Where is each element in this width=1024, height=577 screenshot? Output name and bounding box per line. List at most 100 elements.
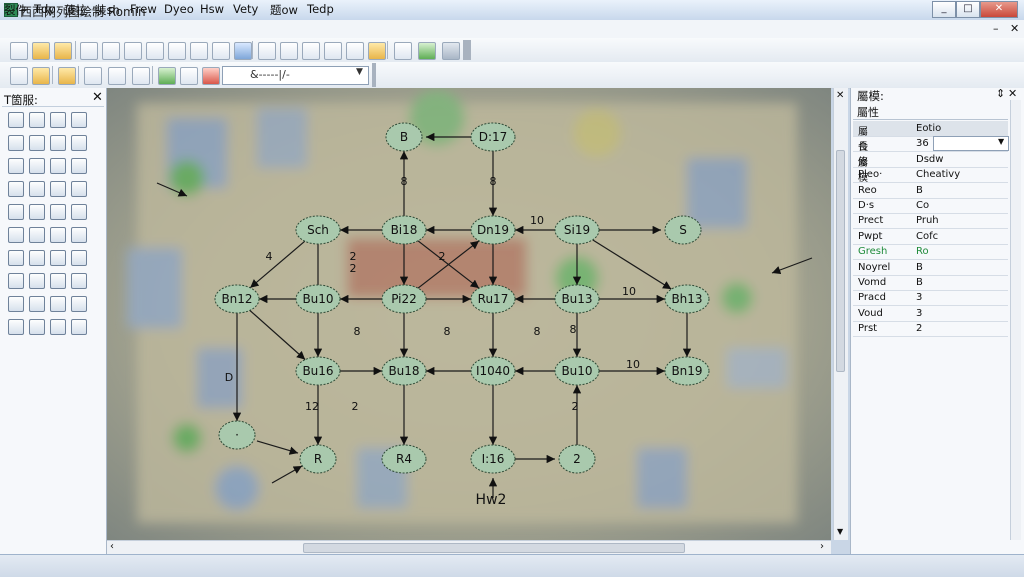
horizontal-scroll-thumb[interactable] <box>303 543 685 553</box>
open-folder-icon[interactable] <box>32 42 50 60</box>
chevron-down-icon[interactable]: ▼ <box>998 137 1004 146</box>
menu-tedp[interactable]: Tedp <box>307 2 334 16</box>
ungroup-icon[interactable] <box>346 42 364 60</box>
edge-Dot-R[interactable] <box>256 440 299 455</box>
graph-node[interactable]: Sch <box>295 215 341 245</box>
pencil-icon[interactable] <box>54 42 72 60</box>
menu-tdp[interactable]: Tdp <box>34 2 56 16</box>
select-tool-icon[interactable] <box>8 112 24 128</box>
vertical-scroll-thumb[interactable] <box>836 150 845 372</box>
maximize-button[interactable]: □ <box>956 1 980 18</box>
align-tool-icon[interactable] <box>71 296 87 312</box>
shrink-tool-icon[interactable] <box>29 204 45 220</box>
mdi-minimize-icon[interactable]: – <box>993 22 999 35</box>
scissors-tool-icon[interactable] <box>8 319 24 335</box>
graph-node[interactable]: Pi22 <box>381 284 427 314</box>
mdi-close-icon[interactable]: ✕ <box>1010 22 1019 35</box>
settings-icon[interactable] <box>442 42 460 60</box>
text-tool-icon[interactable] <box>29 181 45 197</box>
menu-dyeo[interactable]: Dyeo <box>164 2 194 16</box>
graph-node[interactable]: Bu16 <box>295 356 341 386</box>
cross-tool-icon[interactable] <box>50 204 66 220</box>
delete-tool-icon[interactable] <box>71 250 87 266</box>
node-tool-icon[interactable] <box>8 227 24 243</box>
plus-tool-icon[interactable] <box>29 273 45 289</box>
menu-hsw[interactable]: Hsw <box>200 2 224 16</box>
menu-frew[interactable]: Frew <box>130 2 157 16</box>
group-icon[interactable] <box>324 42 342 60</box>
distribute-icon[interactable] <box>302 42 320 60</box>
diagram-canvas[interactable]: 8 8 10 4 2 2 2 10 8 8 8 10 D 12 2 2 8 B D:17 Sch Bi18 Dn19 Si… <box>107 88 831 540</box>
search-tool-icon[interactable] <box>29 158 45 174</box>
line-tool-icon[interactable] <box>8 135 24 151</box>
search-icon[interactable] <box>146 42 164 60</box>
graph-node[interactable]: Si19 <box>554 215 600 245</box>
menu-search[interactable]: 装sh <box>95 2 120 18</box>
view-select[interactable] <box>222 66 369 85</box>
graph-node[interactable]: 2 <box>558 444 596 474</box>
arrow-tool-icon[interactable] <box>8 158 24 174</box>
graph-node[interactable]: Bn12 <box>214 284 260 314</box>
external-edge[interactable] <box>156 182 188 197</box>
graph-node[interactable]: Bn19 <box>664 356 710 386</box>
resize-tool-icon[interactable] <box>71 227 87 243</box>
edge-Bn12-Bu16[interactable] <box>249 309 306 361</box>
save-icon[interactable] <box>58 67 76 85</box>
minus-tool-icon[interactable] <box>71 181 87 197</box>
graph-node[interactable]: R4 <box>381 444 427 474</box>
graph-node[interactable]: Dn19 <box>470 215 516 245</box>
edge-Sch-Bn12[interactable] <box>249 240 306 289</box>
move-left-tool-icon[interactable] <box>50 250 66 266</box>
node-icon[interactable] <box>190 42 208 60</box>
connect-tool-icon[interactable] <box>50 227 66 243</box>
note-tool-icon[interactable] <box>71 112 87 128</box>
move-tool-icon[interactable] <box>71 204 87 220</box>
page-icon[interactable] <box>10 67 28 85</box>
folder-icon[interactable] <box>32 67 50 85</box>
select-icon[interactable] <box>80 42 98 60</box>
graph-node[interactable]: Bu10 <box>295 284 341 314</box>
zoom-icon[interactable] <box>102 42 120 60</box>
hand-tool-icon[interactable] <box>50 158 66 174</box>
arrow-right-icon[interactable] <box>84 67 102 85</box>
graph-node[interactable]: D:17 <box>470 122 516 152</box>
graph-node[interactable]: I:16 <box>470 444 516 474</box>
rect-tool-icon[interactable] <box>50 181 66 197</box>
split-tool-icon[interactable] <box>29 250 45 266</box>
color-fill-icon[interactable] <box>158 67 176 85</box>
circle-tool-icon[interactable] <box>29 135 45 151</box>
scroll-down-icon[interactable]: ▼ <box>837 527 843 536</box>
transform-tool-icon[interactable] <box>29 319 45 335</box>
graph-node[interactable]: B <box>385 122 423 152</box>
run-layout-icon[interactable] <box>418 42 436 60</box>
sketch-tool-icon[interactable] <box>29 227 45 243</box>
graph-node[interactable]: Bu18 <box>381 356 427 386</box>
table-tool-icon[interactable] <box>71 158 87 174</box>
menu-edit[interactable]: 菠拉 <box>64 2 87 18</box>
bracket-tool-icon[interactable] <box>8 250 24 266</box>
shape-tool-icon[interactable] <box>8 273 24 289</box>
menu-window[interactable]: 题ow <box>270 2 298 18</box>
rotate-tool-icon[interactable] <box>50 319 66 335</box>
pin-icon[interactable]: ⇕ <box>996 87 1005 100</box>
new-file-icon[interactable] <box>10 42 28 60</box>
graph-node[interactable]: Bu13 <box>554 284 600 314</box>
knife-tool-icon[interactable] <box>8 296 24 312</box>
link-icon[interactable] <box>212 42 230 60</box>
minimize-button[interactable]: _ <box>932 1 956 18</box>
menu-vety[interactable]: Vety <box>233 2 258 16</box>
external-edge[interactable] <box>771 257 813 274</box>
shape2-tool-icon[interactable] <box>50 296 66 312</box>
shape-icon[interactable] <box>234 42 252 60</box>
zoom-in-icon[interactable] <box>124 42 142 60</box>
external-edge[interactable] <box>271 465 303 484</box>
toolbox-close-icon[interactable]: ✕ <box>92 90 103 105</box>
close-doc-icon[interactable]: ✕ <box>836 90 844 101</box>
brush-tool-icon[interactable] <box>29 296 45 312</box>
menu-file[interactable]: 裂件 <box>4 2 27 18</box>
zoom-fit-icon[interactable] <box>168 42 186 60</box>
graph-node[interactable]: R <box>299 444 337 474</box>
graph-node[interactable]: I1040 <box>470 356 516 386</box>
layout-icon[interactable] <box>258 42 276 60</box>
graph-node[interactable]: Bh13 <box>664 284 710 314</box>
